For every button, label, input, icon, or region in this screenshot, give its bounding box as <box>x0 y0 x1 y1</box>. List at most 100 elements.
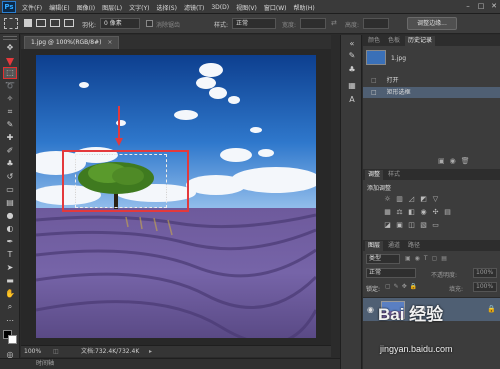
menu-window[interactable]: 窗口(W) <box>264 3 287 12</box>
tab-swatches[interactable]: 色板 <box>385 36 403 46</box>
char-panel-icon[interactable]: A <box>346 95 358 105</box>
status-menu-icon[interactable]: ▸ <box>149 346 152 357</box>
tab-layers[interactable]: 图层 <box>365 241 384 251</box>
add-selection-icon[interactable] <box>36 19 46 27</box>
background-color-swatch[interactable] <box>8 335 17 344</box>
zoom-tool-icon[interactable]: ⌕ <box>4 302 16 312</box>
feather-input[interactable]: 0 像素 <box>100 18 140 29</box>
collapse-icon[interactable]: « <box>346 39 358 49</box>
color-balance-icon[interactable]: ⚖ <box>395 208 404 216</box>
annotation-highlight-box <box>62 150 189 212</box>
menu-type[interactable]: 文字(Y) <box>129 3 149 12</box>
adjust-row-3: ◪ ▣ ◫ ▧ ▭ <box>383 221 440 229</box>
opacity-input[interactable]: 100% <box>473 268 497 278</box>
curves-icon[interactable]: ◿ <box>407 195 416 203</box>
eraser-tool-icon[interactable]: ▭ <box>4 185 16 195</box>
threshold-icon[interactable]: ◫ <box>407 221 416 229</box>
lasso-tool-icon[interactable]: ➰ <box>4 81 16 91</box>
width-input[interactable] <box>300 18 326 29</box>
menu-3d[interactable]: 3D(D) <box>211 4 229 11</box>
status-share-icon[interactable]: ◫ <box>53 346 59 357</box>
history-panel-icon[interactable]: ▦ <box>346 81 358 91</box>
menu-image[interactable]: 图像(I) <box>77 3 95 12</box>
posterize-icon[interactable]: ▣ <box>395 221 404 229</box>
healing-tool-icon[interactable]: ✚ <box>4 133 16 143</box>
tab-paths[interactable]: 路径 <box>405 241 423 251</box>
menu-edit[interactable]: 编辑(E) <box>49 3 69 12</box>
menu-filter[interactable]: 滤镜(T) <box>184 3 204 12</box>
brush-tool-icon[interactable]: ✐ <box>4 146 16 156</box>
menu-view[interactable]: 视图(V) <box>236 3 257 12</box>
history-panel-tabs: 颜色 色板 历史记录 <box>363 35 500 46</box>
shape-tool-icon[interactable]: ▬ <box>4 276 16 286</box>
refine-edge-button[interactable]: 调整边缘... <box>407 17 457 30</box>
history-item-open[interactable]: □ 打开 <box>363 75 500 86</box>
antialias-checkbox[interactable] <box>146 20 153 27</box>
tab-styles[interactable]: 样式 <box>385 170 403 180</box>
zoom-level[interactable]: 100% <box>24 346 41 357</box>
gradient-tool-icon[interactable]: ▤ <box>4 198 16 208</box>
menu-select[interactable]: 选择(S) <box>156 3 177 12</box>
swap-icon[interactable]: ⇄ <box>331 20 341 27</box>
vibrance-icon[interactable]: ▽ <box>431 195 440 203</box>
hue-sat-icon[interactable]: ▦ <box>383 208 392 216</box>
layer-kind-filter[interactable]: 类型 <box>366 254 400 264</box>
more-tools-icon[interactable]: ⋯ <box>4 316 16 326</box>
selective-color-icon[interactable]: ▧ <box>419 221 428 229</box>
lock-icons[interactable]: ▢✎✥🔒 <box>385 283 435 291</box>
path-select-tool-icon[interactable]: ➤ <box>4 263 16 273</box>
visibility-eye-icon[interactable]: ◉ <box>367 305 374 314</box>
maximize-icon[interactable]: □ <box>475 0 487 14</box>
tab-channels[interactable]: 通道 <box>385 241 403 251</box>
exposure-icon[interactable]: ◩ <box>419 195 428 203</box>
channel-mixer-icon[interactable]: ✣ <box>431 208 440 216</box>
levels-icon[interactable]: ▥ <box>395 195 404 203</box>
tab-close-icon[interactable]: × <box>107 39 112 46</box>
close-icon[interactable]: ✕ <box>488 0 500 14</box>
eyedropper-tool-icon[interactable]: ✎ <box>4 120 16 130</box>
tab-color[interactable]: 颜色 <box>365 36 383 46</box>
crop-tool-icon[interactable]: ⌗ <box>4 107 16 117</box>
tab-history[interactable]: 历史记录 <box>405 36 436 46</box>
lock-label: 锁定: <box>366 286 381 293</box>
timeline-label[interactable]: 时间轴 <box>36 359 54 369</box>
hand-tool-icon[interactable]: ✋ <box>4 289 16 299</box>
bw-icon[interactable]: ◧ <box>407 208 416 216</box>
document-tab[interactable]: 1.jpg @ 100%(RGB/8#) × <box>24 36 120 49</box>
color-lookup-icon[interactable]: ▤ <box>443 208 452 216</box>
gradient-map-icon[interactable]: ▭ <box>431 221 440 229</box>
magic-wand-tool-icon[interactable]: ✧ <box>4 94 16 104</box>
clone-source-icon[interactable]: ♣ <box>346 65 358 75</box>
menu-file[interactable]: 文件(F) <box>22 3 42 12</box>
history-snapshot-thumb[interactable] <box>366 50 386 65</box>
invert-icon[interactable]: ◪ <box>383 221 392 229</box>
tab-adjustments[interactable]: 调整 <box>365 170 384 180</box>
pen-tool-icon[interactable]: ✒ <box>4 237 16 247</box>
history-item-rect-marquee[interactable]: □ 矩形选框 <box>363 87 500 98</box>
toolbox-grip[interactable] <box>3 36 17 40</box>
new-selection-icon[interactable] <box>24 19 32 27</box>
style-select[interactable]: 正常 <box>232 18 276 29</box>
type-tool-icon[interactable]: T <box>4 250 16 260</box>
dodge-tool-icon[interactable]: ◐ <box>4 224 16 234</box>
blend-mode-select[interactable]: 正常 <box>366 268 416 278</box>
menu-help[interactable]: 帮助(H) <box>294 3 315 12</box>
rect-marquee-tool-icon[interactable]: ⬚ <box>3 67 17 79</box>
blur-tool-icon[interactable]: ● <box>4 211 16 221</box>
brightness-icon[interactable]: ☼ <box>383 195 392 203</box>
height-input[interactable] <box>363 18 389 29</box>
minimize-icon[interactable]: – <box>462 0 474 14</box>
intersect-selection-icon[interactable] <box>64 19 74 27</box>
marquee-tool-preset-icon[interactable] <box>4 18 18 29</box>
brush-panel-icon[interactable]: ✎ <box>346 51 358 61</box>
history-brush-tool-icon[interactable]: ↺ <box>4 172 16 182</box>
stamp-tool-icon[interactable]: ♣ <box>4 159 16 169</box>
fill-input[interactable]: 100% <box>473 282 497 292</box>
move-tool-icon[interactable]: ✥ <box>4 43 16 53</box>
layer-filter-icons[interactable]: ▣◉T▢▤ <box>405 255 495 263</box>
history-snapshot-name[interactable]: 1.jpg <box>391 55 406 62</box>
subtract-selection-icon[interactable] <box>50 19 60 27</box>
photo-filter-icon[interactable]: ◉ <box>419 208 428 216</box>
menu-layer[interactable]: 图层(L) <box>102 3 122 12</box>
history-footer-icons[interactable]: ▣◉🗑 <box>438 157 498 167</box>
